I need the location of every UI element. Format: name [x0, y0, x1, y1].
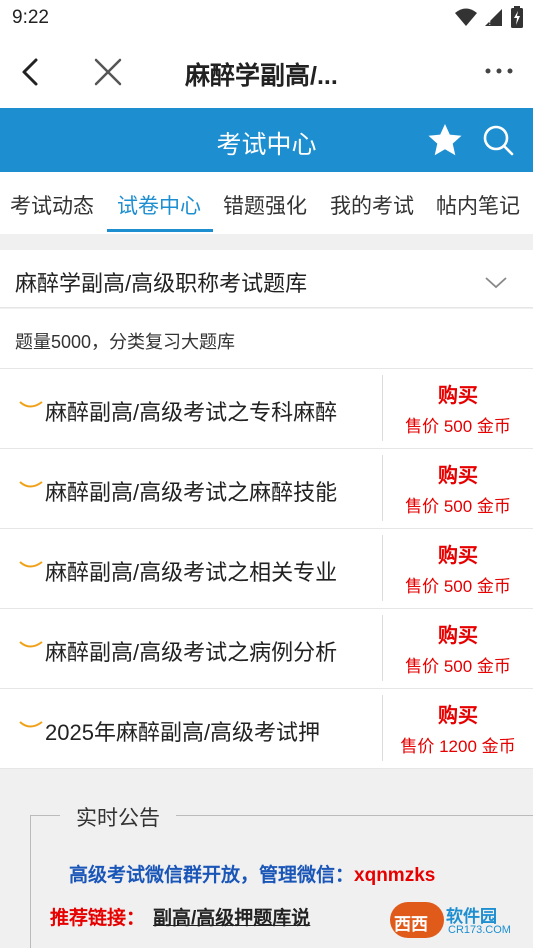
- buy-label: 购买: [438, 625, 478, 647]
- list-item-title: 麻醉副高/高级考试之专科麻醉: [45, 400, 338, 425]
- status-icons: !: [455, 6, 523, 28]
- svg-text:!: !: [488, 18, 492, 27]
- price-label: 售价 500 金币: [405, 657, 511, 676]
- list-item[interactable]: 麻醉副高/高级考试之相关专业 购买 售价 500 金币: [0, 529, 533, 609]
- buy-button[interactable]: 购买 售价 500 金币: [383, 459, 533, 517]
- close-icon[interactable]: [90, 54, 126, 90]
- list-item-title: 麻醉副高/高级考试之病例分析: [45, 640, 338, 665]
- watermark-logo: 西西: [390, 902, 444, 938]
- announcement-title: 实时公告: [60, 802, 176, 832]
- chevron-down-icon: [19, 401, 43, 408]
- wifi-icon: [455, 8, 477, 26]
- buy-button[interactable]: 购买 售价 500 金币: [383, 619, 533, 677]
- page-title: 麻醉学副高/...: [185, 62, 338, 90]
- announcement-wechat-text: 高级考试微信群开放，管理微信：: [69, 865, 355, 886]
- chevron-down-icon: [19, 561, 43, 568]
- price-label: 售价 500 金币: [405, 497, 511, 516]
- status-bar: 9:22 !: [0, 0, 533, 36]
- buy-button[interactable]: 购买 售价 500 金币: [383, 539, 533, 597]
- star-icon[interactable]: [426, 122, 464, 158]
- chevron-down-icon[interactable]: [484, 276, 508, 290]
- exam-center-header: 考试中心: [0, 108, 533, 172]
- battery-icon: [511, 6, 523, 28]
- navigation-bar: 麻醉学副高/...: [0, 36, 533, 108]
- announcement-wechat-line: 高级考试微信群开放，管理微信：xqnmzks: [69, 860, 435, 887]
- question-bank-title: 麻醉学副高/高级职称考试题库: [15, 271, 308, 296]
- list-item-title: 2025年麻醉副高/高级考试押: [45, 720, 321, 745]
- chevron-down-icon: [19, 721, 43, 728]
- tab-paper-center[interactable]: 试卷中心: [117, 190, 201, 220]
- question-bank-description: 题量5000，分类复习大题库: [0, 309, 533, 369]
- search-icon[interactable]: [480, 122, 516, 158]
- signal-icon: !: [485, 9, 502, 27]
- tab-bar: 考试动态 试卷中心 错题强化 我的考试 帖内笔记: [0, 172, 533, 234]
- announcement-link-label: 推荐链接：: [50, 908, 146, 929]
- tab-mistake-practice[interactable]: 错题强化: [223, 190, 307, 220]
- price-label: 售价 1200 金币: [400, 737, 516, 756]
- tab-post-notes[interactable]: 帖内笔记: [436, 190, 520, 220]
- chevron-down-icon: [19, 481, 43, 488]
- list-item[interactable]: 麻醉副高/高级考试之病例分析 购买 售价 500 金币: [0, 609, 533, 689]
- watermark-logo-text: 西西: [394, 915, 428, 934]
- buy-label: 购买: [438, 465, 478, 487]
- buy-button[interactable]: 购买 售价 1200 金币: [383, 699, 533, 757]
- list-item[interactable]: 2025年麻醉副高/高级考试押 购买 售价 1200 金币: [0, 689, 533, 769]
- more-options-icon[interactable]: [483, 58, 515, 84]
- buy-label: 购买: [438, 385, 478, 407]
- status-time: 9:22: [12, 7, 49, 28]
- back-arrow-icon[interactable]: [14, 54, 50, 90]
- list-item[interactable]: 麻醉副高/高级考试之麻醉技能 购买 售价 500 金币: [0, 449, 533, 529]
- buy-label: 购买: [438, 705, 478, 727]
- watermark-url: CR173.COM: [448, 924, 511, 936]
- price-label: 售价 500 金币: [405, 417, 511, 436]
- buy-button[interactable]: 购买 售价 500 金币: [383, 379, 533, 437]
- list-item-title: 麻醉副高/高级考试之相关专业: [45, 560, 338, 585]
- price-label: 售价 500 金币: [405, 577, 511, 596]
- tab-my-exams[interactable]: 我的考试: [330, 190, 414, 220]
- tab-exam-news[interactable]: 考试动态: [10, 190, 94, 220]
- site-watermark: 西西 软件园 CR173.COM: [390, 898, 530, 944]
- buy-label: 购买: [438, 545, 478, 567]
- chevron-down-icon: [19, 641, 43, 648]
- announcement-link-line: 推荐链接： 副高/高级押题库说: [50, 903, 310, 930]
- question-bank-header[interactable]: 麻醉学副高/高级职称考试题库: [0, 250, 533, 308]
- list-item-title: 麻醉副高/高级考试之麻醉技能: [45, 480, 338, 505]
- question-bank-description-text: 题量5000，分类复习大题库: [15, 332, 236, 352]
- announcement-wechat-id: xqnmzks: [354, 865, 436, 886]
- active-tab-indicator: [107, 229, 213, 232]
- exam-list: 麻醉副高/高级考试之专科麻醉 购买 售价 500 金币 麻醉副高/高级考试之麻醉…: [0, 369, 533, 769]
- recommended-link[interactable]: 副高/高级押题库说: [153, 908, 310, 929]
- list-item[interactable]: 麻醉副高/高级考试之专科麻醉 购买 售价 500 金币: [0, 369, 533, 449]
